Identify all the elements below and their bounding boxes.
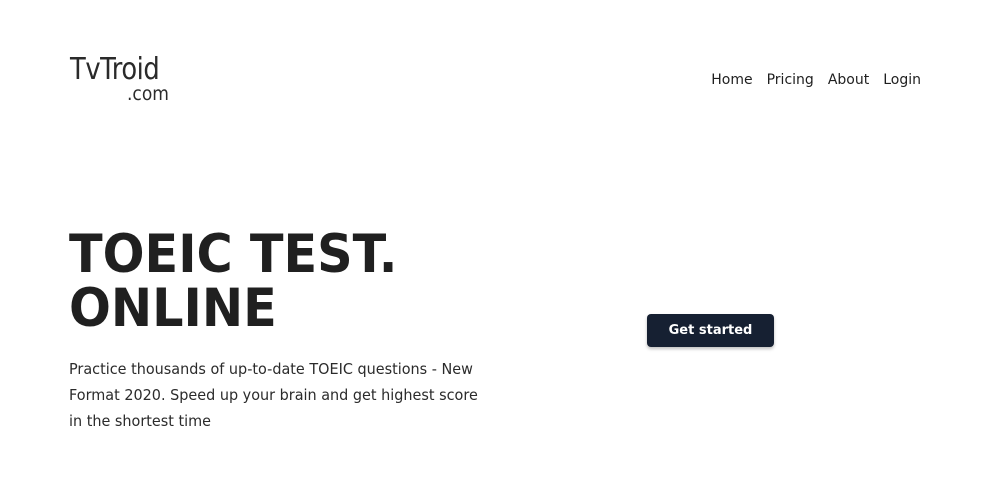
hero-title-line-1: TOEIC TEST. (69, 224, 398, 285)
nav-link-home[interactable]: Home (711, 70, 752, 90)
nav-link-about[interactable]: About (828, 70, 869, 90)
get-started-button[interactable]: Get started (647, 314, 774, 347)
landing-page: TvTroid .com Home Pricing About Login TO… (0, 0, 1000, 500)
nav-link-pricing[interactable]: Pricing (767, 70, 814, 90)
site-logo[interactable]: TvTroid .com (70, 53, 190, 109)
logo-domain-suffix: .com (127, 83, 169, 105)
hero-title: TOEIC TEST. ONLINE (69, 228, 398, 336)
hero-title-line-2: ONLINE (69, 278, 277, 339)
nav-link-login[interactable]: Login (883, 70, 921, 90)
main-nav: Home Pricing About Login (711, 70, 921, 90)
hero-description: Practice thousands of up-to-date TOEIC q… (69, 360, 478, 430)
logo-wordmark: TvTroid (70, 52, 160, 87)
